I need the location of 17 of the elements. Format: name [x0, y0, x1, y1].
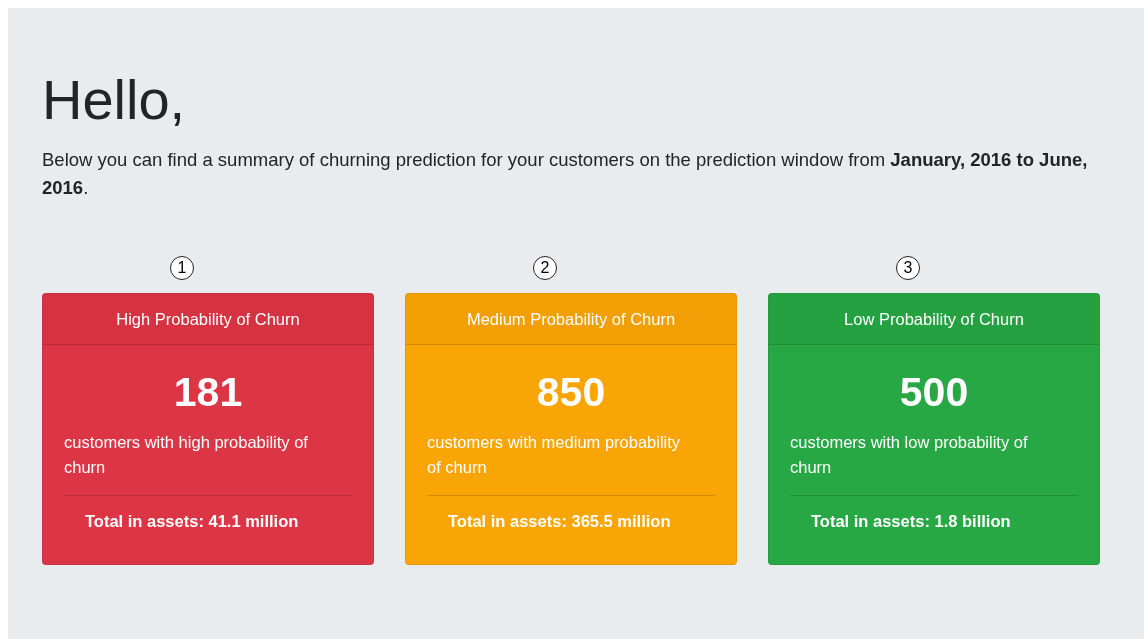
card-header: High Probability of Churn: [43, 294, 373, 345]
count-description: customers with low probability of churn: [790, 432, 1029, 478]
number-marker: 3: [896, 256, 920, 280]
count-description: customers with medium probability of churn: [427, 432, 682, 478]
card-header: Medium Probability of Churn: [406, 294, 736, 345]
customer-count: 500: [898, 369, 970, 415]
customer-count: 850: [535, 369, 607, 415]
assets-total: Total in assets: 41.1 million: [85, 512, 300, 531]
count-description: customers with high probability of churn: [64, 432, 309, 478]
assets-total: Total in assets: 365.5 million: [448, 512, 672, 531]
customer-count: 181: [172, 369, 244, 415]
greeting-heading: Hello,: [42, 70, 187, 130]
assets-total: Total in assets: 1.8 billion: [811, 512, 1012, 531]
intro-text: Below you can find a summary of churning prediction for your customers on the prediction window from January, 2016 to June, 2016.: [42, 148, 1089, 200]
number-marker: 1: [170, 256, 194, 280]
number-marker: 2: [533, 256, 557, 280]
card-header: Low Probability of Churn: [769, 294, 1099, 345]
